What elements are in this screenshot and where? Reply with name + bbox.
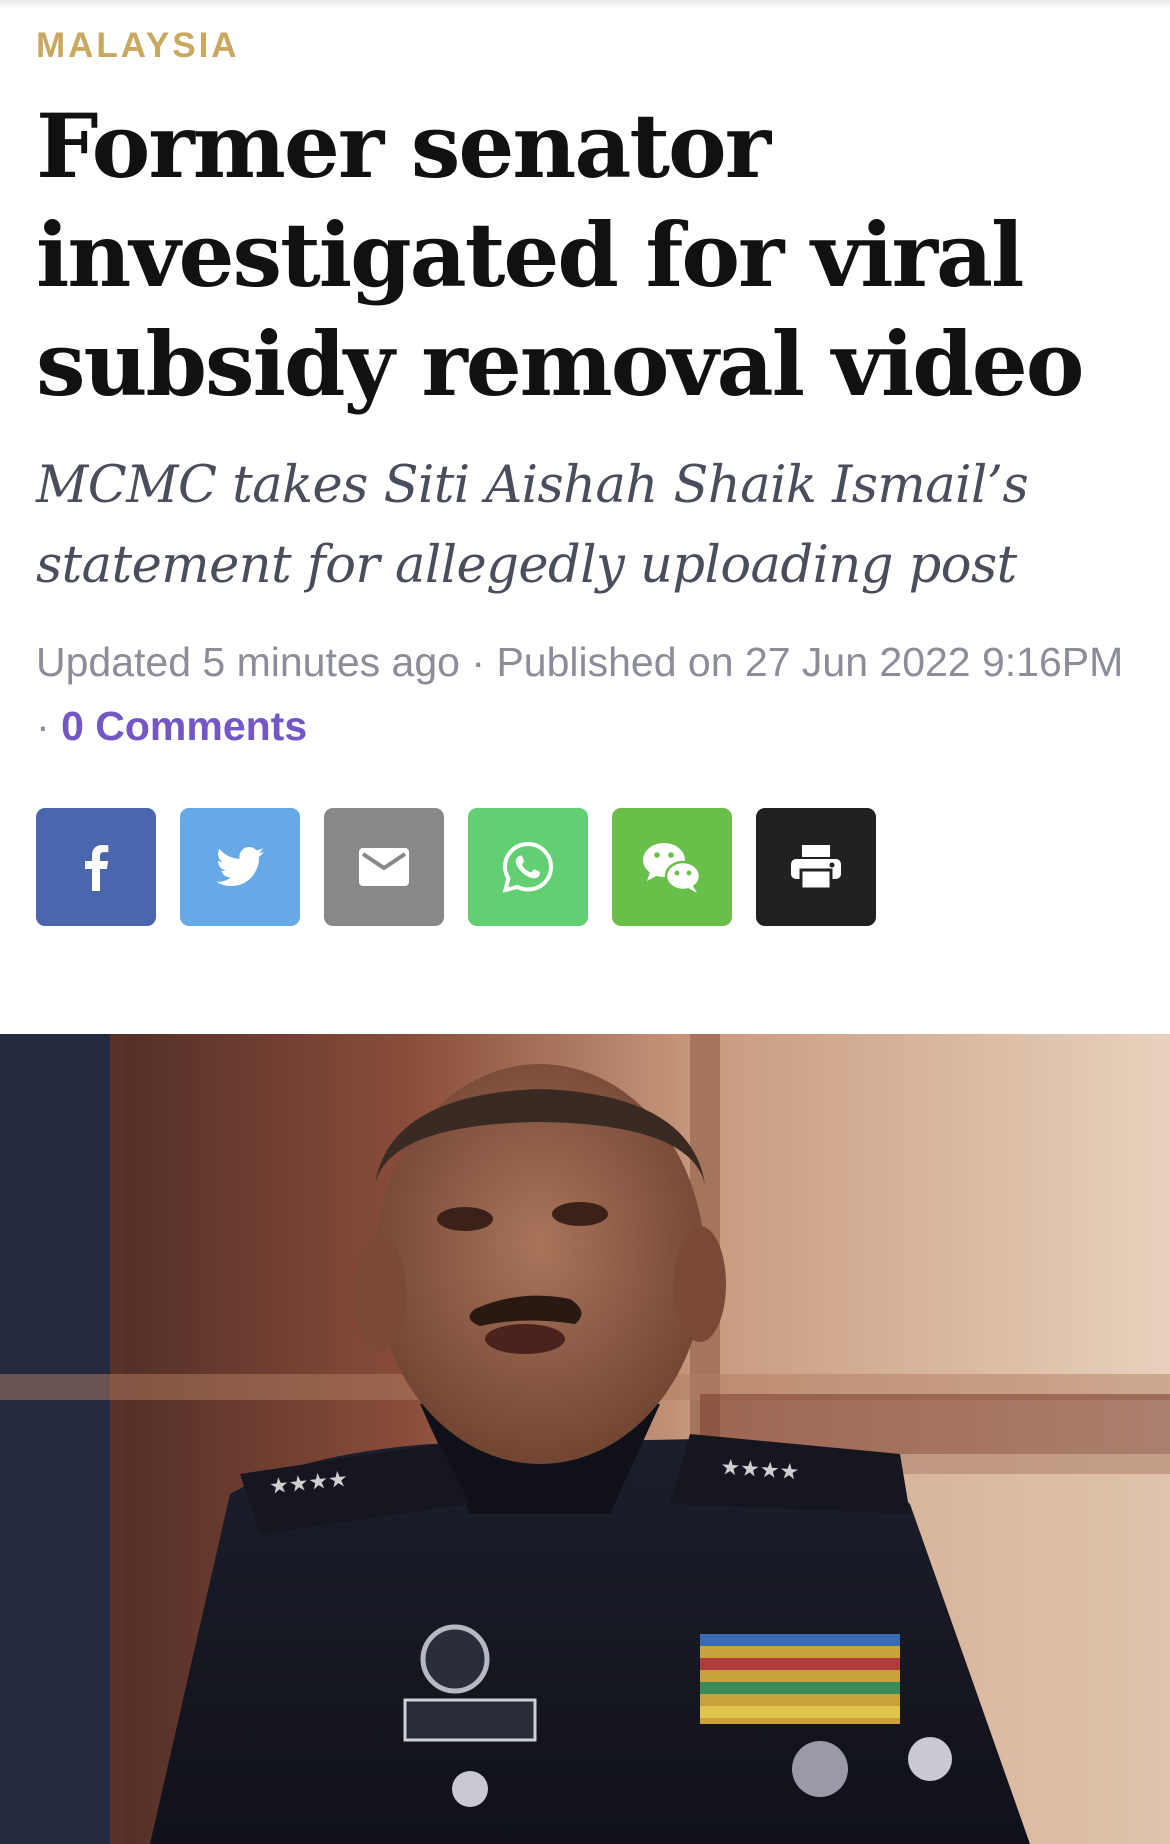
facebook-share-button[interactable] (36, 808, 156, 926)
whatsapp-icon (502, 841, 554, 893)
meta-separator: · (471, 639, 486, 685)
comments-link[interactable]: 0 Comments (61, 703, 307, 749)
facebook-icon (85, 845, 109, 891)
category-label[interactable]: MALAYSIA (36, 26, 240, 66)
whatsapp-share-button[interactable] (468, 808, 588, 926)
article-meta: Updated 5 minutes ago · Published on 27 … (36, 630, 1136, 758)
meta-separator: · (36, 703, 50, 749)
police-officer-photo: ★★★★ ★★★★ (0, 1034, 1170, 1844)
article-photo: ★★★★ ★★★★ (0, 1034, 1170, 1844)
print-button[interactable] (756, 808, 876, 926)
mail-icon (359, 848, 409, 886)
published-date: Published on 27 Jun 2022 9:16PM (496, 639, 1124, 685)
twitter-icon (216, 847, 264, 886)
standfirst: MCMC takes Siti Aishah Shaik Ismail’s st… (36, 456, 1029, 595)
print-icon (791, 845, 841, 890)
wechat-share-button[interactable] (612, 808, 732, 926)
top-shadow (0, 0, 1170, 10)
wechat-icon (643, 843, 702, 893)
email-share-button[interactable] (324, 808, 444, 926)
headline: Former senator investigated for viral su… (36, 94, 1084, 416)
updated-time: Updated 5 minutes ago (36, 639, 460, 685)
twitter-share-button[interactable] (180, 808, 300, 926)
